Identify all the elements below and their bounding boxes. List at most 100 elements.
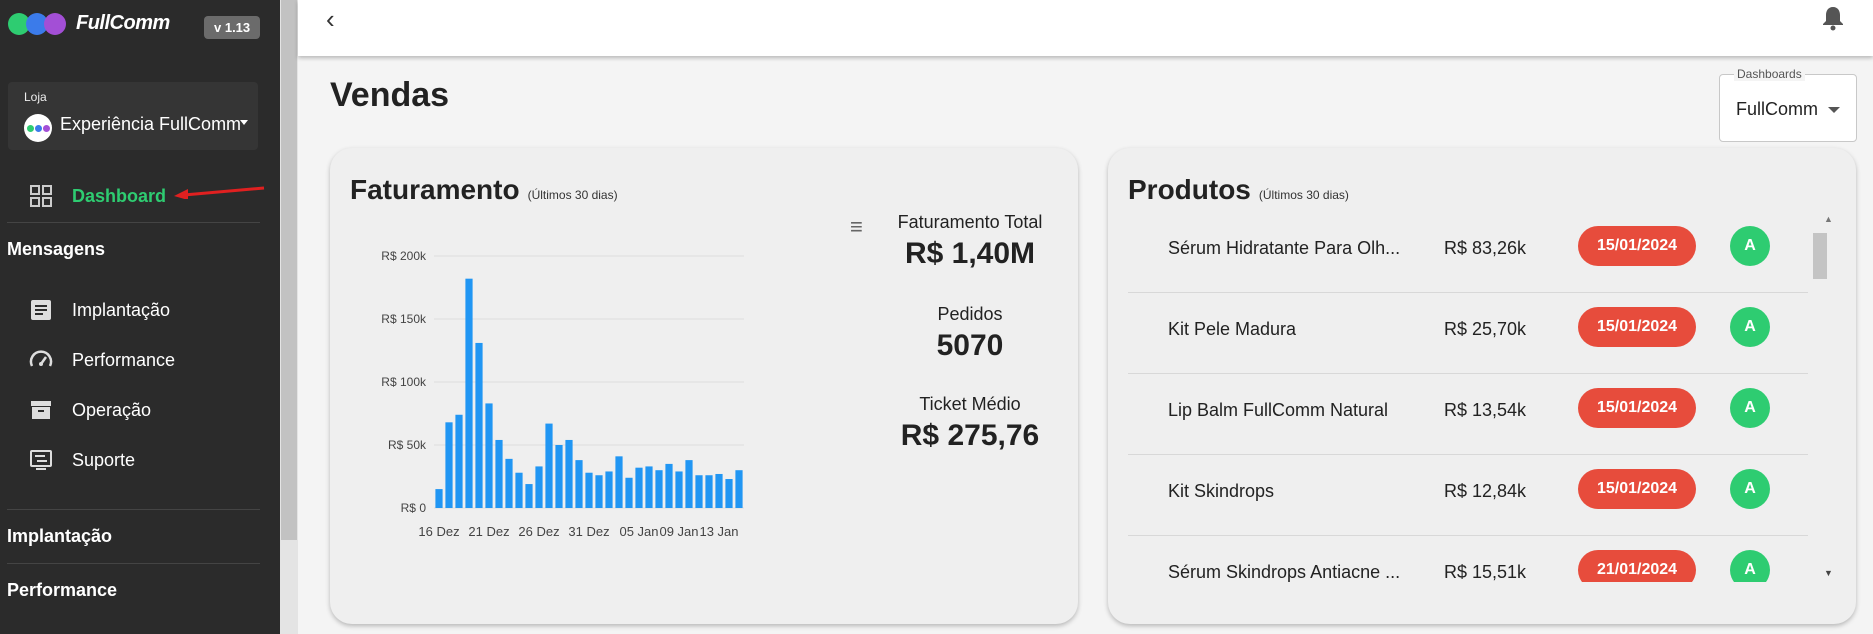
section-performance[interactable]: Performance xyxy=(7,580,117,601)
sidebar-item-label: Dashboard xyxy=(72,185,167,206)
dashboards-select-label: Dashboards xyxy=(1734,67,1805,81)
store-selector[interactable]: Loja Experiência FullComm xyxy=(8,82,258,150)
brand-logo[interactable]: FullComm xyxy=(8,12,170,35)
chart-bar xyxy=(475,342,483,508)
dashboards-select[interactable]: Dashboards FullComm xyxy=(1719,67,1857,142)
sidebar: FullComm v 1.13 Loja Experiência FullCom… xyxy=(0,0,280,634)
produtos-scrollbar-thumb[interactable] xyxy=(1813,233,1827,279)
store-avatar xyxy=(24,114,52,142)
product-value: R$ 12,84k xyxy=(1444,481,1527,501)
back-chevron-icon[interactable]: ‹ xyxy=(326,4,335,35)
stat-pedidos: Pedidos 5070 xyxy=(870,304,1070,363)
section-mensagens[interactable]: Mensagens xyxy=(7,239,105,260)
chart-bar xyxy=(575,460,583,508)
chart-bar xyxy=(695,475,703,508)
stat-label: Ticket Médio xyxy=(919,394,1021,414)
product-value: R$ 25,70k xyxy=(1444,319,1527,339)
card-title: Produtos (Últimos 30 dias) xyxy=(1128,174,1349,206)
chart-bar xyxy=(505,458,513,508)
card-title: Faturamento (Últimos 30 dias) xyxy=(350,174,618,206)
product-value: R$ 13,54k xyxy=(1444,400,1527,420)
produtos-title: Produtos xyxy=(1128,174,1251,205)
product-name: Sérum Hidratante Para Olh... xyxy=(1168,238,1401,258)
chart-bar xyxy=(605,471,613,508)
chart-bar xyxy=(555,445,563,508)
support-icon xyxy=(28,447,54,473)
chart-bar xyxy=(535,466,543,508)
sidebar-item-label: Performance xyxy=(72,349,176,370)
gauge-icon xyxy=(28,347,54,373)
chart-bar xyxy=(485,403,493,508)
x-tick-label: 21 Dez xyxy=(468,524,509,539)
produtos-list[interactable]: Sérum Hidratante Para Olh... R$ 83,26k 1… xyxy=(1108,212,1838,582)
list-item[interactable]: Sérum Hidratante Para Olh... R$ 83,26k 1… xyxy=(1128,212,1808,293)
divider xyxy=(7,222,260,223)
list-item[interactable]: Sérum Skindrops Antiacne ... R$ 15,51k 2… xyxy=(1128,536,1808,582)
annotation-arrow xyxy=(174,186,265,199)
grade-badge: A xyxy=(1730,550,1770,582)
chart-bar xyxy=(645,466,653,508)
x-tick-label: 05 Jan xyxy=(619,524,658,539)
grade-badge: A xyxy=(1730,226,1770,266)
x-tick-label: 31 Dez xyxy=(568,524,609,539)
chart-bar xyxy=(525,484,533,508)
date-badge: 15/01/2024 xyxy=(1578,388,1696,428)
x-tick-label: 16 Dez xyxy=(418,524,459,539)
chart-bar xyxy=(585,472,593,508)
chart-bar xyxy=(615,456,623,508)
chart-bar xyxy=(715,473,723,508)
chart-bar xyxy=(675,471,683,508)
sidebar-item-operacao[interactable]: Operação xyxy=(28,397,151,423)
chart-bar xyxy=(515,472,523,508)
product-value: R$ 83,26k xyxy=(1444,238,1527,258)
scroll-up-arrow-icon[interactable]: ▲ xyxy=(1824,214,1833,224)
date-badge: 21/01/2024 xyxy=(1578,550,1696,582)
grade-badge: A xyxy=(1730,307,1770,347)
dashboards-select-value: FullComm xyxy=(1736,99,1819,119)
chart-bar xyxy=(635,467,643,508)
date-badge: 15/01/2024 xyxy=(1578,226,1696,266)
sidebar-item-dashboard[interactable]: Dashboard xyxy=(28,183,166,209)
x-tick-label: 13 Jan xyxy=(699,524,738,539)
chart-bar xyxy=(595,475,603,508)
chart-bar xyxy=(445,422,453,508)
sidebar-item-implantacao[interactable]: Implantação xyxy=(28,297,170,323)
date-badge: 15/01/2024 xyxy=(1578,469,1696,509)
sidebar-item-performance[interactable]: Performance xyxy=(28,347,175,373)
list-item[interactable]: Lip Balm FullComm Natural R$ 13,54k 15/0… xyxy=(1128,374,1808,455)
version-badge: v 1.13 xyxy=(204,16,261,39)
produtos-subtitle: (Últimos 30 dias) xyxy=(1258,188,1349,202)
grade-badge: A xyxy=(1730,469,1770,509)
faturamento-title: Faturamento xyxy=(350,174,520,205)
list-item[interactable]: Kit Skindrops R$ 12,84k 15/01/2024 A xyxy=(1128,455,1808,536)
top-bar: ‹ xyxy=(298,0,1873,56)
sidebar-item-suporte[interactable]: Suporte xyxy=(28,447,135,473)
product-value: R$ 15,51k xyxy=(1444,562,1527,582)
stat-label: Faturamento Total xyxy=(897,212,1043,232)
chart-bar xyxy=(725,479,733,508)
chart-menu-icon[interactable]: ≡ xyxy=(850,214,863,240)
sidebar-scrollbar-thumb[interactable] xyxy=(281,0,297,540)
bell-icon[interactable] xyxy=(1821,4,1845,37)
chart-bar xyxy=(435,489,443,508)
chart-bar xyxy=(465,278,473,508)
x-tick-label: 26 Dez xyxy=(518,524,559,539)
scroll-down-arrow-icon[interactable]: ▼ xyxy=(1824,568,1833,578)
chevron-down-icon xyxy=(1828,107,1840,113)
y-tick-label: R$ 0 xyxy=(401,501,427,515)
list-item[interactable]: Kit Pele Madura R$ 25,70k 15/01/2024 A xyxy=(1128,293,1808,374)
section-implantacao[interactable]: Implantação xyxy=(7,526,112,547)
chevron-down-icon xyxy=(240,120,248,125)
y-tick-label: R$ 100k xyxy=(381,375,427,389)
stat-ticket-medio: Ticket Médio R$ 275,76 xyxy=(870,394,1070,453)
y-tick-label: R$ 200k xyxy=(381,249,427,263)
logo-dot-purple xyxy=(44,12,66,35)
x-tick-label: 09 Jan xyxy=(659,524,698,539)
chart-bar xyxy=(705,475,713,508)
product-name: Sérum Skindrops Antiacne ... xyxy=(1168,562,1401,582)
divider xyxy=(7,563,260,564)
product-name: Kit Pele Madura xyxy=(1168,319,1297,339)
date-badge: 15/01/2024 xyxy=(1578,307,1696,347)
faturamento-card: Faturamento (Últimos 30 dias) ≡ R$ 0 R$ 50… xyxy=(330,148,1078,624)
faturamento-subtitle: (Últimos 30 dias) xyxy=(527,188,618,202)
